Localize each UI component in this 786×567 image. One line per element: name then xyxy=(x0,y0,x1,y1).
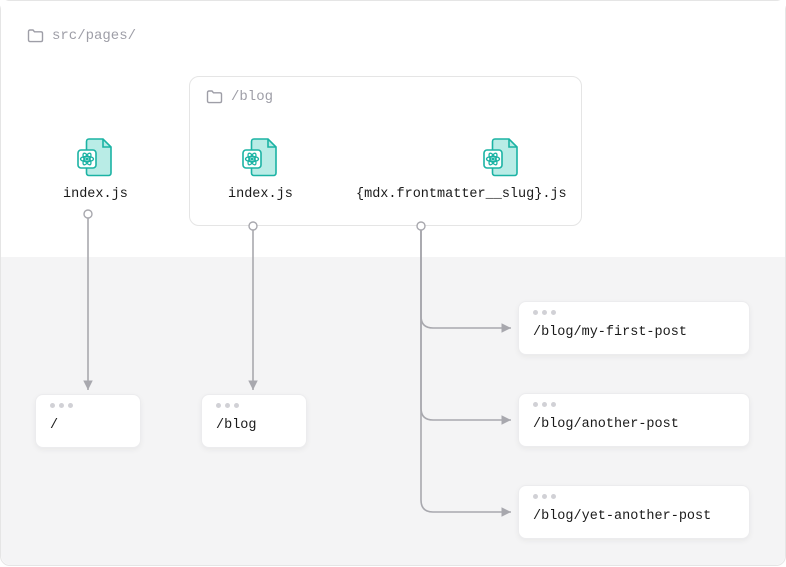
route-card-root: / xyxy=(35,394,141,448)
react-file-icon xyxy=(238,137,282,177)
file-name-label: {mdx.frontmatter__slug}.js xyxy=(356,187,567,202)
window-dots-icon xyxy=(533,310,735,315)
folder-icon xyxy=(206,90,223,104)
route-path: /blog/another-post xyxy=(533,417,735,432)
route-card-post1: /blog/my-first-post xyxy=(518,301,750,355)
file-index-root: index.js xyxy=(63,137,128,202)
src-pages-text: src/pages/ xyxy=(52,28,136,44)
file-name-label: index.js xyxy=(63,187,128,202)
route-path: /blog xyxy=(216,418,292,433)
file-name-label: index.js xyxy=(228,187,293,202)
route-path: / xyxy=(50,418,126,433)
route-path: /blog/my-first-post xyxy=(533,325,735,340)
route-card-post3: /blog/yet-another-post xyxy=(518,485,750,539)
window-dots-icon xyxy=(50,403,126,408)
window-dots-icon xyxy=(216,403,292,408)
file-slug: {mdx.frontmatter__slug}.js xyxy=(356,137,567,202)
blog-folder-label: /blog xyxy=(206,89,273,105)
route-card-blog: /blog xyxy=(201,394,307,448)
react-file-icon xyxy=(73,137,117,177)
diagram-canvas: src/pages/ /blog index.js xyxy=(0,0,786,566)
folder-icon xyxy=(27,29,44,43)
route-card-post2: /blog/another-post xyxy=(518,393,750,447)
src-pages-folder-label: src/pages/ xyxy=(27,28,136,44)
window-dots-icon xyxy=(533,402,735,407)
blog-folder-text: /blog xyxy=(231,89,273,105)
window-dots-icon xyxy=(533,494,735,499)
file-index-blog: index.js xyxy=(228,137,293,202)
route-path: /blog/yet-another-post xyxy=(533,509,735,524)
react-file-icon xyxy=(479,137,523,177)
